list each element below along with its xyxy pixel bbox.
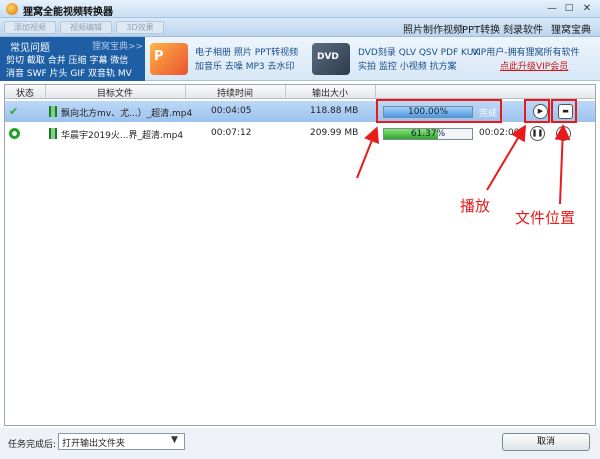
cancel-button[interactable]: 取消 [502, 433, 590, 451]
folder-annotation-label: 文件位置 [515, 209, 576, 227]
after-task-label: 任务完成后: [8, 440, 57, 450]
after-task-dropdown[interactable]: 打开输出文件夹 ▼ [58, 433, 185, 450]
dropdown-arrow-icon[interactable]: ▼ [171, 435, 178, 445]
play-annotation-label: 播放 [460, 197, 491, 215]
annotation-arrows [356, 124, 571, 205]
arrow-to-progress [356, 126, 380, 179]
after-task-value: 打开输出文件夹 [62, 439, 126, 449]
arrow-to-folder [554, 124, 571, 205]
bottom-bar: 任务完成后: 打开输出文件夹 ▼ 取消 [0, 428, 600, 459]
arrow-to-play [486, 124, 527, 191]
